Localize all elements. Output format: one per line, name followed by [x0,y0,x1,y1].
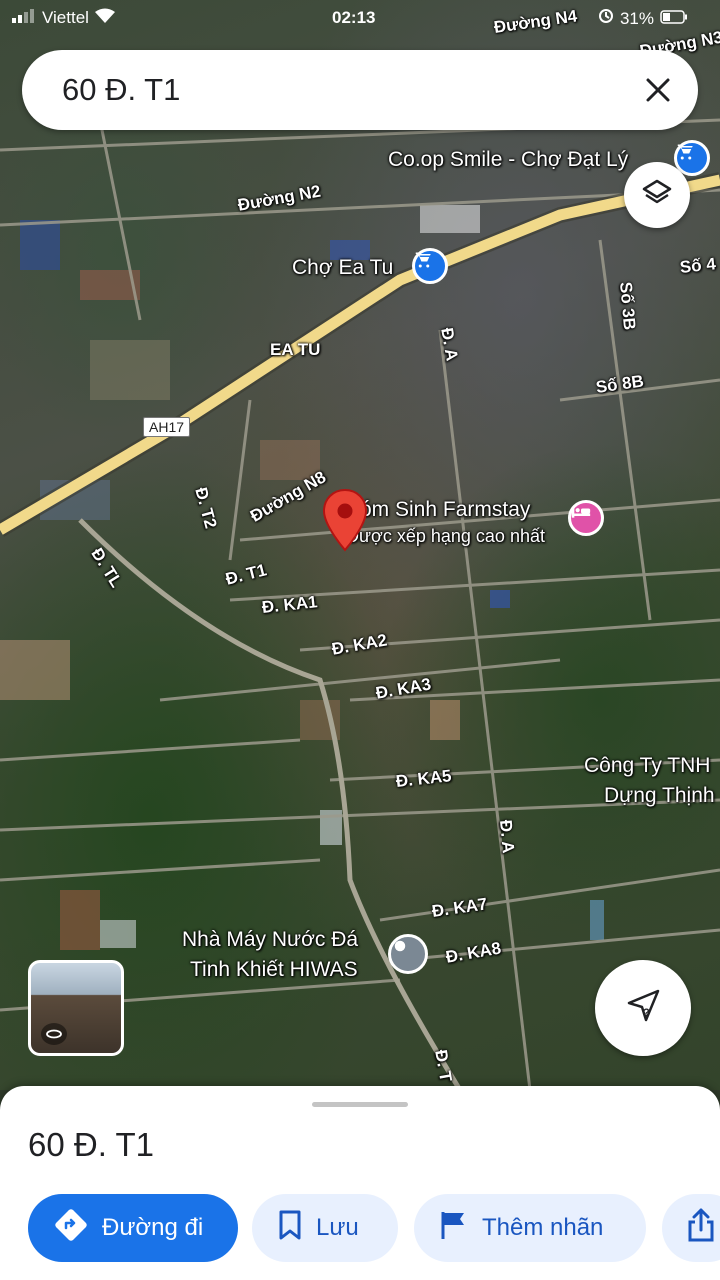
carrier-name: Viettel [42,8,89,27]
place-bottom-sheet[interactable]: 60 Đ. T1 Đường đi Lưu Thêm nhãn [0,1086,720,1280]
alarm-icon [598,8,614,29]
hotel-icon[interactable] [568,500,604,536]
status-bar: Viettel 02:13 31% [0,0,720,38]
search-query[interactable]: 60 Đ. T1 [62,72,180,108]
flag-icon [440,1210,468,1247]
bookmark-icon [278,1210,302,1247]
save-button[interactable]: Lưu [252,1194,398,1262]
share-icon [686,1208,716,1249]
road-label-so-4: Số 4 [678,254,717,277]
location-pin-icon[interactable] [322,488,368,552]
svg-text:?: ? [643,1007,650,1019]
save-label: Lưu [316,1214,359,1241]
close-icon[interactable] [638,70,678,110]
directions-button[interactable]: Đường đi [28,1194,238,1262]
area-label-ea-tu: EA TU [270,340,321,359]
place-icon[interactable] [388,934,428,974]
rotate-360-icon [41,1023,67,1045]
poi-company-label-2: Dựng Thịnh [604,784,715,807]
navigation-arrow-icon: ? [623,986,663,1031]
road-label-a-south: Đ. A [496,819,518,855]
poi-factory-label[interactable]: Nhà Máy Nước Đá [182,928,358,952]
battery-percent: 31% [619,8,654,28]
poi-factory-label-2: Tinh Khiết HIWAS [190,958,358,981]
layers-icon [641,177,673,214]
map-view[interactable]: Đường N4 Đường N3 Đường N2 EA TU AH17 Đ.… [0,0,720,1090]
wifi-icon [94,8,115,28]
search-bar[interactable]: 60 Đ. T1 [22,50,698,130]
place-title: 60 Đ. T1 [28,1126,154,1163]
road-label-so-3b: Số 3B [616,281,640,331]
signal-icon [12,8,36,28]
poi-farmstay-label[interactable]: Xóm Sinh Farmstay [346,498,530,522]
status-time: 02:13 [332,8,376,27]
directions-icon [54,1208,88,1249]
layers-button[interactable] [624,162,690,228]
add-label-button[interactable]: Thêm nhãn [414,1194,646,1262]
add-label-label: Thêm nhãn [482,1214,604,1241]
highway-shield-ah17: AH17 [143,417,191,437]
poi-farmstay-rating: Được xếp hạng cao nhất [346,526,545,546]
share-button[interactable] [662,1194,720,1262]
street-view-thumbnail[interactable] [28,960,124,1056]
poi-company-label[interactable]: Công Ty TNH [584,754,710,778]
directions-label: Đường đi [102,1214,204,1241]
battery-icon [660,9,688,29]
my-location-button[interactable]: ? [595,960,691,1056]
poi-market-label[interactable]: Chợ Ea Tu [292,256,393,280]
poi-coop-label[interactable]: Co.op Smile - Chợ Đạt Lý [388,148,628,172]
drag-handle[interactable] [312,1102,408,1107]
shopping-cart-icon[interactable] [412,248,448,284]
